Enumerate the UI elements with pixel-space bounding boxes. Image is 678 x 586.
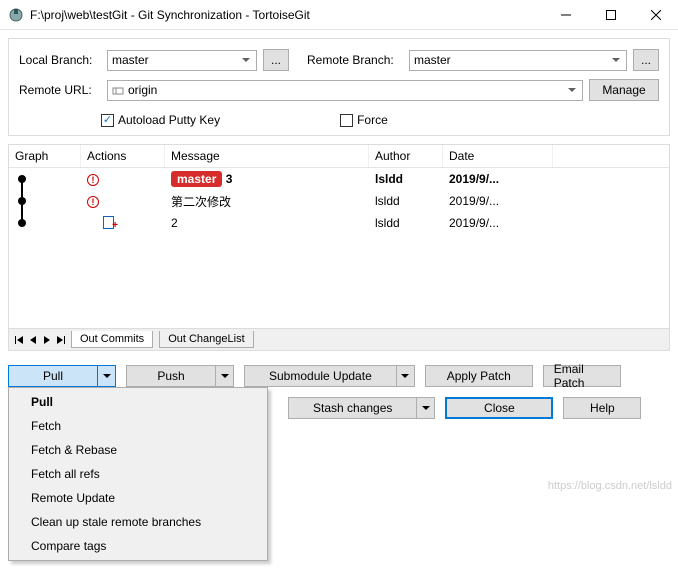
pull-button[interactable]: Pull [8,365,116,387]
window-title: F:\proj\web\testGit - Git Synchronizatio… [30,8,543,22]
local-branch-select[interactable]: master [107,50,257,71]
pull-dropdown-menu: Pull Fetch Fetch & Rebase Fetch all refs… [8,387,268,561]
remote-branch-label: Remote Branch: [307,53,403,67]
col-actions[interactable]: Actions [81,145,165,167]
date-cell: 2019/9/... [443,194,553,208]
pull-dropdown-arrow[interactable] [98,365,116,387]
message-cell: master 3 [165,171,369,187]
remote-branch-browse-button[interactable]: ... [633,49,659,71]
actions-cell [81,216,165,231]
added-icon [103,216,115,228]
action-bar: Pull Push Submodule Update Apply Patch E… [0,355,678,429]
table-row[interactable]: ! 第二次修改 lsldd 2019/9/... [9,190,669,212]
grid-navbar: Out Commits Out ChangeList [9,328,669,350]
col-message[interactable]: Message [165,145,369,167]
push-dropdown-arrow[interactable] [216,365,234,387]
watermark: https://blog.csdn.net/lsldd [548,480,672,492]
actions-cell: ! [81,194,165,208]
close-button[interactable] [633,0,678,30]
checkbox-icon [340,114,353,127]
submodule-dropdown-arrow[interactable] [397,365,415,387]
menu-item-fetch-all-refs[interactable]: Fetch all refs [11,462,265,486]
nav-next-icon[interactable] [43,333,51,347]
graph-cell [9,212,81,234]
menu-item-cleanup-stale[interactable]: Clean up stale remote branches [11,510,265,534]
remote-branch-select[interactable]: master [409,50,627,71]
grid-body[interactable]: ! master 3 lsldd 2019/9/... ! 第二次修改 lsld… [9,168,669,328]
force-checkbox[interactable]: Force [340,113,388,127]
modified-icon: ! [87,174,99,186]
stash-changes-button[interactable]: Stash changes [288,397,435,419]
tab-out-changelist[interactable]: Out ChangeList [159,331,253,348]
push-button[interactable]: Push [126,365,234,387]
menu-item-compare-tags[interactable]: Compare tags [11,534,265,558]
table-row[interactable]: 2 lsldd 2019/9/... [9,212,669,234]
table-row[interactable]: ! master 3 lsldd 2019/9/... [9,168,669,190]
stash-dropdown-arrow[interactable] [417,397,435,419]
menu-item-fetch[interactable]: Fetch [11,414,265,438]
checkbox-icon [101,114,114,127]
grid-header: Graph Actions Message Author Date [9,145,669,168]
close-button-dialog[interactable]: Close [445,397,553,419]
col-date[interactable]: Date [443,145,553,167]
menu-item-pull[interactable]: Pull [11,390,265,414]
date-cell: 2019/9/... [443,216,553,230]
minimize-button[interactable] [543,0,588,30]
apply-patch-button[interactable]: Apply Patch [425,365,533,387]
maximize-button[interactable] [588,0,633,30]
sync-settings-panel: Local Branch: master ... Remote Branch: … [8,38,670,136]
graph-cell [9,190,81,212]
message-cell: 2 [165,216,369,230]
email-patch-button[interactable]: Email Patch [543,365,621,387]
graph-cell [9,168,81,190]
col-author[interactable]: Author [369,145,443,167]
menu-item-fetch-rebase[interactable]: Fetch & Rebase [11,438,265,462]
actions-cell: ! [81,172,165,186]
col-graph[interactable]: Graph [9,145,81,167]
nav-prev-icon[interactable] [29,333,37,347]
local-branch-label: Local Branch: [19,53,101,67]
tab-out-commits[interactable]: Out Commits [71,331,153,348]
commits-grid: Graph Actions Message Author Date ! mast… [8,144,670,351]
autoload-putty-checkbox[interactable]: Autoload Putty Key [101,113,220,127]
author-cell: lsldd [369,216,443,230]
submodule-update-button[interactable]: Submodule Update [244,365,415,387]
titlebar: F:\proj\web\testGit - Git Synchronizatio… [0,0,678,30]
branch-badge: master [171,171,222,187]
remote-url-select[interactable]: origin [107,80,583,101]
modified-icon: ! [87,196,99,208]
local-branch-browse-button[interactable]: ... [263,49,289,71]
remote-icon [112,85,124,97]
remote-url-label: Remote URL: [19,83,101,97]
nav-first-icon[interactable] [15,333,23,347]
menu-item-remote-update[interactable]: Remote Update [11,486,265,510]
nav-last-icon[interactable] [57,333,65,347]
author-cell: lsldd [369,172,443,186]
help-button[interactable]: Help [563,397,641,419]
app-icon [8,7,24,23]
manage-button[interactable]: Manage [589,79,659,101]
author-cell: lsldd [369,194,443,208]
date-cell: 2019/9/... [443,172,553,186]
message-cell: 第二次修改 [165,193,369,210]
